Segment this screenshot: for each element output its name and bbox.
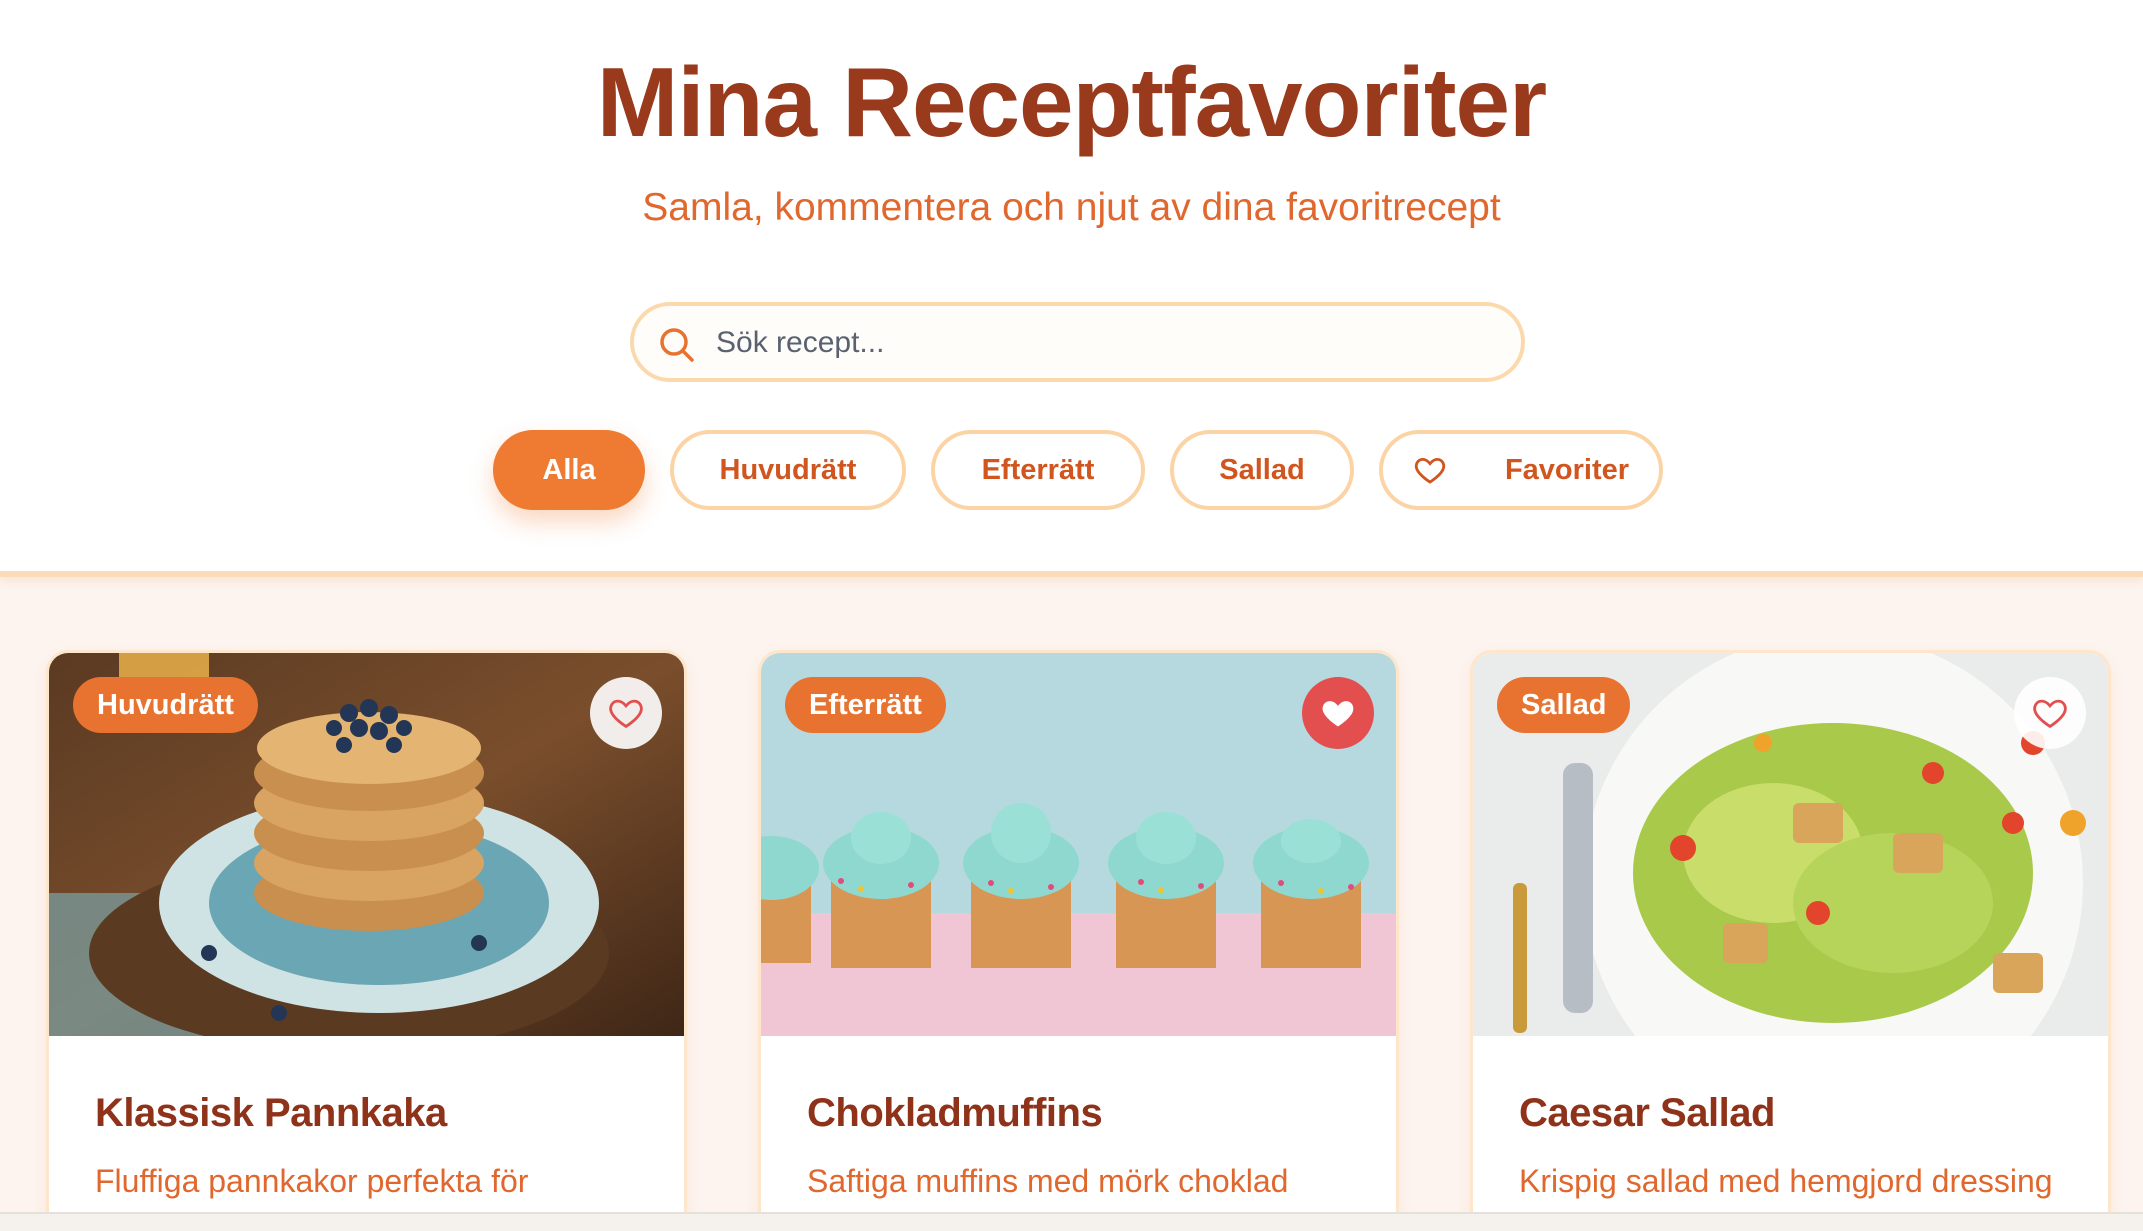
filter-label: Huvudrätt (719, 453, 857, 486)
recipe-description: Fluffiga pannkakor perfekta för (95, 1163, 529, 1199)
filter-efterratt-button[interactable]: Efterrätt (931, 430, 1145, 510)
search-icon (660, 328, 694, 362)
favorite-button[interactable] (2014, 677, 2086, 749)
search-bar[interactable] (630, 302, 1525, 382)
recipe-title: Klassisk Pannkaka (95, 1091, 447, 1135)
window-bottom-edge (0, 1212, 2143, 1231)
favorite-button[interactable] (1302, 677, 1374, 749)
heart-outline-icon (1414, 457, 1446, 484)
recipe-grid: Huvudrätt Klassisk Pannkaka Fluffiga pan… (0, 650, 2143, 1231)
heart-outline-icon (2033, 699, 2067, 729)
category-badge: Huvudrätt (73, 677, 258, 733)
recipe-card[interactable]: Efterrätt Chokladmuffins Saftiga muffins… (758, 650, 1399, 1231)
search-input[interactable] (716, 318, 1496, 368)
recipe-card[interactable]: Sallad Caesar Sallad Krispig sallad med … (1470, 650, 2111, 1231)
filter-label: Alla (542, 453, 596, 486)
recipe-description: Krispig sallad med hemgjord dressing (1519, 1163, 2053, 1199)
favorite-button[interactable] (590, 677, 662, 749)
heart-filled-icon (1322, 701, 1354, 727)
category-badge: Sallad (1497, 677, 1631, 733)
recipe-title: Caesar Sallad (1519, 1091, 1775, 1135)
filter-label: Favoriter (1504, 453, 1630, 486)
recipe-card[interactable]: Huvudrätt Klassisk Pannkaka Fluffiga pan… (46, 650, 687, 1231)
heart-outline-icon (609, 699, 643, 729)
filter-sallad-button[interactable]: Sallad (1170, 430, 1354, 510)
category-filters: Alla Huvudrätt Efterrätt Sallad Favorite… (0, 430, 2143, 512)
filter-label: Efterrätt (981, 453, 1095, 486)
recipe-title: Chokladmuffins (807, 1091, 1103, 1135)
page-header: Mina Receptfavoriter Samla, kommentera o… (0, 0, 2143, 577)
category-badge: Efterrätt (785, 677, 946, 733)
page-title: Mina Receptfavoriter (596, 47, 1547, 157)
filter-huvudratt-button[interactable]: Huvudrätt (670, 430, 906, 510)
filter-label: Sallad (1219, 453, 1305, 486)
filter-favoriter-button[interactable]: Favoriter (1379, 430, 1663, 510)
page-subtitle: Samla, kommentera och njut av dina favor… (642, 186, 1501, 229)
filter-alla-button[interactable]: Alla (493, 430, 645, 510)
recipe-description: Saftiga muffins med mörk choklad (807, 1163, 1289, 1199)
